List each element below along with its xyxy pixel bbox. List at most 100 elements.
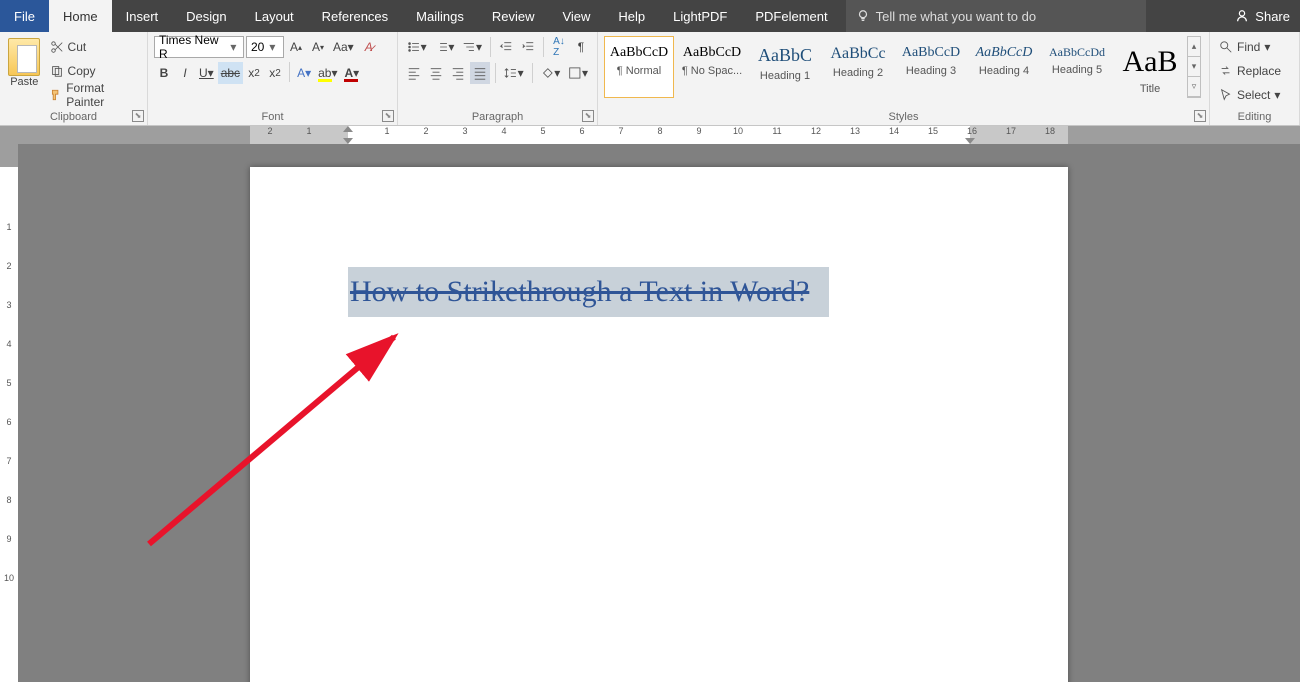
style-preview: AaBbC	[753, 39, 817, 70]
style-name: ¶ No Spac...	[680, 65, 744, 77]
decrease-indent-button[interactable]	[496, 36, 516, 58]
paste-button[interactable]: Paste	[6, 36, 43, 106]
justify-icon	[473, 66, 487, 80]
tab-review[interactable]: Review	[478, 0, 549, 32]
tab-insert[interactable]: Insert	[112, 0, 173, 32]
tab-pdfelement[interactable]: PDFelement	[741, 0, 841, 32]
sort-button[interactable]: A↓Z	[549, 36, 569, 58]
replace-button[interactable]: Replace	[1216, 60, 1296, 82]
shading-button[interactable]: ▾	[538, 62, 564, 84]
styles-expand[interactable]: ▿	[1188, 77, 1200, 97]
search-icon	[1219, 40, 1233, 54]
underline-button[interactable]: U▾	[196, 62, 217, 84]
tab-file[interactable]: File	[0, 0, 49, 32]
bold-button[interactable]: B	[154, 62, 174, 84]
cursor-icon	[1219, 88, 1233, 102]
styles-dialog-launcher[interactable]: ⬊	[1194, 110, 1206, 122]
group-paragraph: ▾ ▾ ▾ A↓Z ¶ ▾ ▾ ▾ Paragraph ⬊	[398, 32, 598, 125]
font-size-combo[interactable]: 20▾	[246, 36, 284, 58]
line-spacing-button[interactable]: ▾	[501, 62, 527, 84]
strikethrough-button[interactable]: abc	[218, 62, 243, 84]
find-label: Find	[1237, 40, 1260, 54]
separator	[490, 37, 491, 57]
group-styles: AaBbCcD ¶ Normal AaBbCcD ¶ No Spac... Aa…	[598, 32, 1210, 125]
separator	[543, 37, 544, 57]
vertical-ruler[interactable]: 12345678910	[0, 144, 18, 682]
group-editing: Find ▾ Replace Select ▾ Editing	[1210, 32, 1300, 125]
font-color-button[interactable]: A▾	[341, 62, 362, 84]
menu-tabs: File Home Insert Design Layout Reference…	[0, 0, 1300, 32]
format-painter-label: Format Painter	[66, 81, 138, 109]
grow-font-button[interactable]: A▴	[286, 36, 306, 58]
format-painter-button[interactable]: Format Painter	[47, 84, 141, 106]
lightbulb-icon	[856, 9, 870, 23]
increase-indent-button[interactable]	[518, 36, 538, 58]
copy-button[interactable]: Copy	[47, 60, 141, 82]
borders-button[interactable]: ▾	[565, 62, 591, 84]
share-button[interactable]: Share	[1225, 0, 1300, 32]
find-button[interactable]: Find ▾	[1216, 36, 1296, 58]
show-marks-button[interactable]: ¶	[571, 36, 591, 58]
font-group-label: Font	[148, 111, 397, 123]
horizontal-ruler[interactable]: 21123456789101112131415161718	[0, 126, 1300, 144]
style-name: Heading 4	[972, 65, 1036, 77]
style-name: Heading 3	[899, 65, 963, 77]
style-heading3[interactable]: AaBbCcD Heading 3	[896, 36, 966, 98]
shrink-font-button[interactable]: A▾	[308, 36, 328, 58]
style-heading5[interactable]: AaBbCcDd Heading 5	[1042, 36, 1112, 98]
cut-button[interactable]: Cut	[47, 36, 141, 58]
paste-label: Paste	[6, 76, 43, 88]
align-center-button[interactable]	[426, 62, 446, 84]
style-title[interactable]: AaB Title	[1115, 36, 1185, 98]
style-heading4[interactable]: AaBbCcD Heading 4	[969, 36, 1039, 98]
style-preview: AaBbCc	[826, 39, 890, 67]
align-left-icon	[407, 66, 421, 80]
tab-view[interactable]: View	[548, 0, 604, 32]
font-name-combo[interactable]: Times New R▾	[154, 36, 244, 58]
paragraph-dialog-launcher[interactable]: ⬊	[582, 110, 594, 122]
styles-scroll-up[interactable]: ▴	[1188, 37, 1200, 57]
tab-lightpdf[interactable]: LightPDF	[659, 0, 741, 32]
italic-button[interactable]: I	[175, 62, 195, 84]
clear-formatting-button[interactable]: A̷	[359, 36, 379, 58]
multilevel-button[interactable]: ▾	[459, 36, 485, 58]
clipboard-dialog-launcher[interactable]: ⬊	[132, 110, 144, 122]
justify-button[interactable]	[470, 62, 490, 84]
tell-me-placeholder: Tell me what you want to do	[876, 9, 1036, 24]
tab-design[interactable]: Design	[172, 0, 240, 32]
subscript-button[interactable]: x2	[244, 62, 264, 84]
style-normal[interactable]: AaBbCcD ¶ Normal	[604, 36, 674, 98]
styles-scroll-down[interactable]: ▾	[1188, 57, 1200, 77]
tab-home[interactable]: Home	[49, 0, 112, 32]
numbering-button[interactable]: ▾	[432, 36, 458, 58]
numbering-icon	[435, 40, 449, 54]
selected-text[interactable]: How to Strikethrough a Text in Word?	[348, 267, 829, 317]
line-spacing-icon	[504, 66, 518, 80]
copy-label: Copy	[68, 64, 96, 78]
align-left-button[interactable]	[404, 62, 424, 84]
tell-me-search[interactable]: Tell me what you want to do	[846, 0, 1146, 32]
tab-references[interactable]: References	[308, 0, 402, 32]
font-dialog-launcher[interactable]: ⬊	[382, 110, 394, 122]
tab-mailings[interactable]: Mailings	[402, 0, 478, 32]
select-button[interactable]: Select ▾	[1216, 84, 1296, 106]
tab-help[interactable]: Help	[604, 0, 659, 32]
superscript-button[interactable]: x2	[265, 62, 285, 84]
first-line-indent[interactable]	[343, 126, 353, 132]
style-nospacing[interactable]: AaBbCcD ¶ No Spac...	[677, 36, 747, 98]
paragraph-group-label: Paragraph	[398, 111, 597, 123]
align-right-button[interactable]	[448, 62, 468, 84]
clipboard-group-label: Clipboard	[0, 111, 147, 123]
style-heading1[interactable]: AaBbC Heading 1	[750, 36, 820, 98]
text-effects-button[interactable]: A▾	[294, 62, 314, 84]
font-size-value: 20	[251, 40, 264, 54]
style-preview: AaBbCcD	[899, 39, 963, 65]
highlight-button[interactable]: ab▾	[315, 62, 340, 84]
replace-icon	[1219, 64, 1233, 78]
bullets-button[interactable]: ▾	[404, 36, 430, 58]
document-workspace[interactable]: How to Strikethrough a Text in Word?	[18, 144, 1300, 682]
style-heading2[interactable]: AaBbCc Heading 2	[823, 36, 893, 98]
tab-layout[interactable]: Layout	[241, 0, 308, 32]
change-case-button[interactable]: Aa▾	[330, 36, 357, 58]
style-preview: AaBbCcD	[680, 39, 744, 65]
